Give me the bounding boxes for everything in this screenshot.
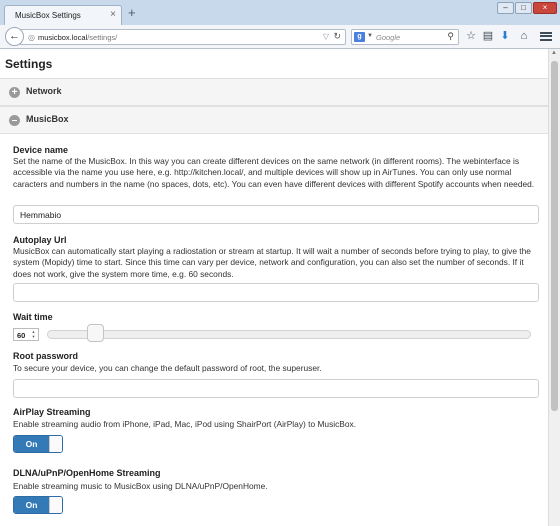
autoplay-url-label: Autoplay Url bbox=[13, 235, 67, 245]
airplay-toggle-knob bbox=[49, 436, 62, 452]
dlna-toggle-knob bbox=[49, 497, 62, 513]
google-icon[interactable]: g bbox=[354, 32, 365, 42]
page-scrollbar[interactable]: ▲ bbox=[548, 49, 560, 526]
panel-musicbox-label: MusicBox bbox=[26, 114, 69, 124]
url-path: /settings/ bbox=[87, 33, 118, 42]
wait-time-value: 60 bbox=[17, 331, 26, 340]
dlna-description: Enable streaming music to MusicBox using… bbox=[13, 481, 268, 491]
airplay-toggle[interactable]: On bbox=[13, 435, 63, 453]
url-text: musicbox.local/settings/ bbox=[38, 33, 117, 42]
airplay-description: Enable streaming audio from iPhone, iPad… bbox=[13, 419, 357, 429]
navigation-bar: ◎ musicbox.local/settings/ ▽ ↻ ← g ▼ Goo… bbox=[0, 25, 560, 49]
root-password-input[interactable] bbox=[13, 379, 539, 398]
page-title: Settings bbox=[5, 57, 53, 71]
search-placeholder: Google bbox=[376, 33, 401, 42]
wait-time-label: Wait time bbox=[13, 312, 53, 322]
window-controls: – □ × bbox=[497, 2, 557, 14]
dlna-toggle[interactable]: On bbox=[13, 496, 63, 514]
settings-page: Settings + Network – MusicBox Device nam… bbox=[0, 49, 548, 526]
globe-icon: ◎ bbox=[28, 33, 35, 42]
tab-title: MusicBox Settings bbox=[15, 11, 81, 20]
search-bar[interactable]: g ▼ Google ⚲ bbox=[351, 29, 459, 45]
device-name-description: Set the name of the MusicBox. In this wa… bbox=[13, 156, 535, 189]
search-icon[interactable]: ⚲ bbox=[447, 31, 454, 42]
tab-musicbox-settings[interactable]: MusicBox Settings × bbox=[4, 5, 122, 25]
expand-plus-icon: + bbox=[9, 87, 20, 98]
minimize-button[interactable]: – bbox=[497, 2, 514, 14]
device-name-input[interactable] bbox=[13, 205, 539, 224]
reload-icon[interactable]: ↻ bbox=[333, 31, 341, 42]
menu-bar-3 bbox=[540, 39, 552, 42]
wait-time-slider[interactable] bbox=[47, 330, 531, 339]
spinner-arrows-icon[interactable]: ▲ ▼ bbox=[30, 329, 37, 339]
url-dropdown-icon[interactable]: ▽ bbox=[323, 32, 329, 41]
dlna-toggle-state: On bbox=[14, 497, 49, 513]
root-password-description: To secure your device, you can change th… bbox=[13, 363, 322, 373]
search-engine-dropdown-icon[interactable]: ▼ bbox=[367, 33, 373, 39]
bookmark-star-icon[interactable]: ☆ bbox=[464, 30, 478, 42]
panel-network-label: Network bbox=[26, 86, 62, 96]
back-arrow-icon: ← bbox=[9, 30, 20, 42]
autoplay-url-description: MusicBox can automatically start playing… bbox=[13, 246, 531, 279]
device-name-label: Device name bbox=[13, 145, 69, 155]
close-tab-icon[interactable]: × bbox=[110, 9, 116, 20]
airplay-label: AirPlay Streaming bbox=[13, 407, 91, 417]
maximize-button[interactable]: □ bbox=[515, 2, 532, 14]
new-tab-button[interactable]: + bbox=[128, 6, 136, 20]
panel-network[interactable]: + Network bbox=[0, 78, 548, 106]
panel-musicbox[interactable]: – MusicBox bbox=[0, 106, 548, 134]
reading-list-icon[interactable]: ▤ bbox=[481, 30, 495, 42]
menu-bar-1 bbox=[540, 31, 552, 34]
url-host: musicbox.local bbox=[38, 33, 88, 42]
autoplay-url-input[interactable] bbox=[13, 283, 539, 302]
airplay-toggle-state: On bbox=[14, 436, 49, 452]
wait-time-number-input[interactable]: 60 ▲ ▼ bbox=[13, 328, 39, 341]
menu-bar-2 bbox=[540, 35, 552, 38]
back-button[interactable]: ← bbox=[5, 27, 24, 46]
tab-strip: MusicBox Settings × + – □ × bbox=[0, 0, 560, 25]
window-close-button[interactable]: × bbox=[533, 2, 557, 14]
address-bar[interactable]: ◎ musicbox.local/settings/ ▽ ↻ bbox=[20, 29, 346, 45]
scrollbar-thumb[interactable] bbox=[551, 61, 558, 411]
download-icon[interactable]: ⬇ bbox=[498, 30, 512, 42]
browser-chrome: MusicBox Settings × + – □ × ◎ musicbox.l… bbox=[0, 0, 560, 49]
dlna-label: DLNA/uPnP/OpenHome Streaming bbox=[13, 468, 161, 478]
home-icon[interactable]: ⌂ bbox=[517, 30, 531, 42]
scroll-up-arrow-icon[interactable]: ▲ bbox=[551, 50, 557, 56]
wait-time-slider-handle[interactable] bbox=[86, 324, 104, 342]
root-password-label: Root password bbox=[13, 351, 79, 361]
menu-button[interactable] bbox=[538, 29, 554, 44]
collapse-minus-icon: – bbox=[9, 115, 20, 126]
